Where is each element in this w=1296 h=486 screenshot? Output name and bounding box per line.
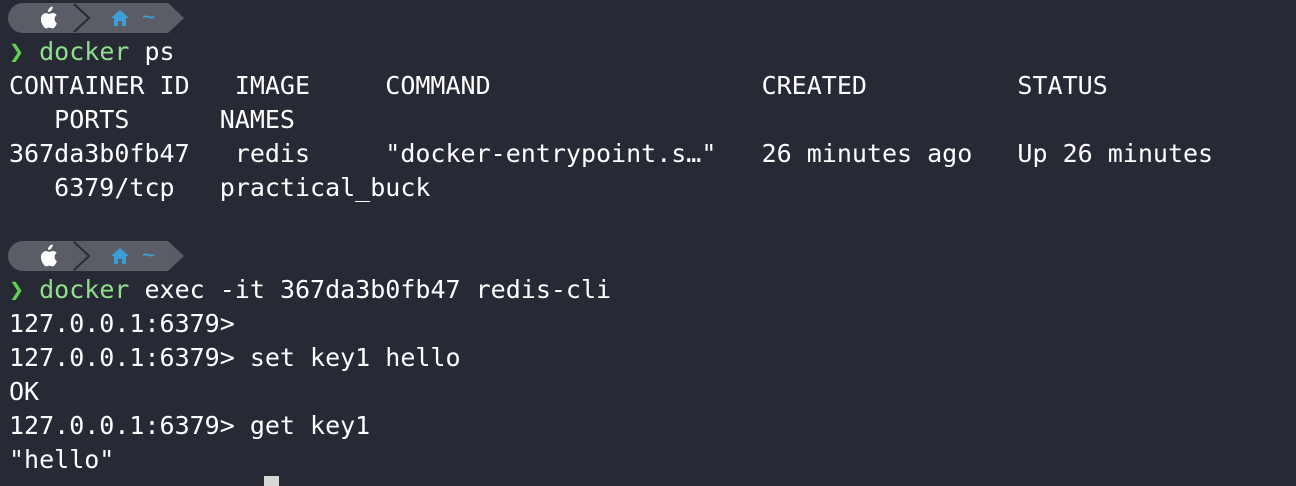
command-program: docker: [39, 37, 130, 66]
terminal-window[interactable]: ~ ❯ docker ps CONTAINER ID IMAGE COMMAND…: [0, 0, 1296, 486]
output-line: 6379/tcp practical_buck: [9, 173, 431, 202]
prompt-arrow: ❯: [9, 275, 25, 304]
path-tilde: ~: [142, 5, 156, 30]
command-line: ❯ docker exec -it 367da3b0fb47 redis-cli: [9, 273, 611, 307]
path-tilde: ~: [142, 243, 156, 268]
redis-output-line: OK: [9, 377, 40, 406]
redis-output-line: 127.0.0.1:6379> set key1 hello: [9, 343, 461, 372]
prompt-segment-bar: ~: [8, 241, 184, 271]
prompt-segment-background: [8, 241, 184, 271]
output-line: CONTAINER ID IMAGE COMMAND CREATED STATU…: [9, 71, 1108, 100]
command-args: ps: [129, 37, 175, 66]
prompt-segment-background: [8, 3, 184, 33]
prompt-segment-bar: ~: [8, 3, 184, 33]
command-args: exec -it 367da3b0fb47 redis-cli: [129, 275, 612, 304]
redis-output-line: 127.0.0.1:6379> get key1: [9, 411, 371, 440]
redis-output-line: "hello": [9, 445, 115, 474]
prompt-arrow: ❯: [9, 37, 25, 66]
output-line: 367da3b0fb47 redis "docker-entrypoint.s……: [9, 139, 1214, 168]
output-line: PORTS NAMES: [9, 105, 295, 134]
text-cursor: [264, 476, 279, 486]
command-program: docker: [39, 275, 130, 304]
redis-output-line: 127.0.0.1:6379>: [9, 309, 235, 338]
command-line: ❯ docker ps: [9, 35, 175, 69]
